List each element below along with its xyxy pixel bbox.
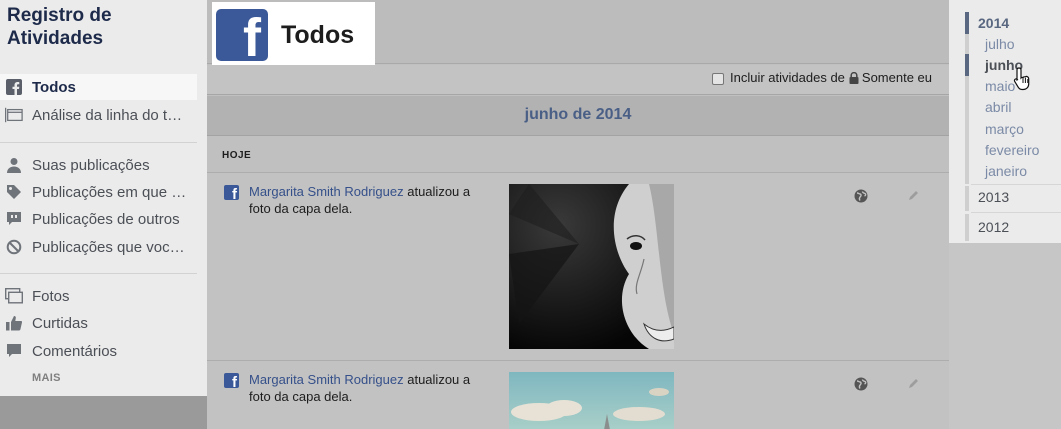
sidebar: Registro de Atividades Todos Análise da … — [0, 0, 207, 429]
activity-item: f Margarita Smith Rodriguez atualizou a … — [207, 172, 949, 360]
activity-item: f Margarita Smith Rodriguez atualizou a … — [207, 360, 949, 429]
logo-letter: f — [243, 9, 261, 61]
sidebar-item-label: Fotos — [32, 287, 70, 305]
edit-pencil-icon[interactable] — [906, 377, 920, 391]
facebook-icon: f — [224, 373, 239, 388]
sidebar-item-label: Publicações em que … — [32, 183, 187, 201]
photos-icon — [5, 287, 23, 305]
hidden-icon — [5, 238, 23, 256]
sidebar-item-comments[interactable]: Comentários — [0, 338, 197, 364]
action-text: atualizou a — [403, 372, 471, 387]
sidebar-item-tagged-posts[interactable]: Publicações em que … — [0, 179, 197, 205]
activity-story: Margarita Smith Rodriguez atualizou a fo… — [249, 183, 494, 217]
sidebar-item-label: Todos — [32, 78, 76, 96]
sidebar-item-likes[interactable]: Curtidas — [0, 310, 197, 336]
section-label: HOJE — [222, 150, 252, 161]
filter-bar: Incluir atividades de Somente eu — [207, 65, 949, 95]
include-only-me-label[interactable]: Incluir atividades de Somente eu — [730, 70, 932, 85]
header-card: f Todos — [212, 2, 375, 68]
sidebar-item-photos[interactable]: Fotos — [0, 283, 197, 309]
comment-quote-icon — [5, 210, 23, 228]
like-icon — [5, 314, 23, 332]
divider — [0, 273, 197, 274]
page-title-line1: Registro de — [7, 5, 112, 26]
sidebar-item-label: Análise da linha do t… — [32, 106, 183, 124]
cover-photo-thumbnail[interactable] — [509, 372, 674, 429]
facebook-logo-icon: f — [216, 9, 268, 61]
sidebar-item-label: Curtidas — [32, 314, 88, 332]
timeline-bar — [965, 34, 969, 54]
page-title-line2: Atividades — [7, 28, 104, 49]
facebook-icon: f — [224, 185, 239, 200]
timeline-nav: 2014 julho junho maio abril março fevere… — [949, 0, 1061, 429]
timeline-bar — [965, 54, 969, 76]
sidebar-item-label: Comentários — [32, 342, 118, 360]
timeline-bar — [965, 214, 969, 241]
divider — [971, 212, 1061, 213]
timeline-review-icon — [5, 106, 23, 124]
privacy-level-text: Somente eu — [861, 70, 933, 85]
sidebar-item-todos[interactable]: Todos — [0, 74, 197, 100]
timeline-year-2012[interactable]: 2012 — [978, 219, 1009, 235]
timeline-month-marco[interactable]: março — [985, 121, 1024, 137]
sidebar-item-timeline-review[interactable]: Análise da linha do t… — [0, 102, 197, 128]
edit-pencil-icon[interactable] — [906, 189, 920, 203]
timeline-year-2013[interactable]: 2013 — [978, 189, 1009, 205]
actor-link[interactable]: Margarita Smith Rodriguez — [249, 184, 404, 199]
timeline-bar — [965, 76, 969, 184]
more-link[interactable]: MAIS — [32, 372, 61, 384]
action-text: atualizou a — [403, 184, 471, 199]
sidebar-item-label: Publicações que voc… — [32, 238, 185, 256]
timeline-bar — [965, 12, 969, 34]
timeline-month-junho[interactable]: junho — [985, 57, 1023, 73]
section-title: Todos — [281, 20, 355, 49]
page-title: Registro de Atividades — [7, 4, 112, 50]
sidebar-item-others-posts[interactable]: Publicações de outros — [0, 206, 197, 232]
timeline-month-fevereiro[interactable]: fevereiro — [985, 142, 1039, 158]
sidebar-item-hidden-posts[interactable]: Publicações que voc… — [0, 234, 197, 260]
timeline-month-julho[interactable]: julho — [985, 36, 1015, 52]
sidebar-panel: Registro de Atividades Todos Análise da … — [0, 0, 207, 396]
timeline-year-2014[interactable]: 2014 — [978, 15, 1009, 31]
facebook-icon — [5, 78, 23, 96]
globe-privacy-icon[interactable] — [854, 377, 868, 391]
timeline-month-abril[interactable]: abril — [985, 99, 1011, 115]
lock-icon — [849, 71, 859, 84]
timeline-month-maio[interactable]: maio — [985, 78, 1015, 94]
comment-icon — [5, 342, 23, 360]
sidebar-item-label: Suas publicações — [32, 156, 150, 174]
cover-photo-thumbnail[interactable] — [509, 184, 674, 349]
action-text: foto da capa dela. — [249, 389, 353, 404]
actor-link[interactable]: Margarita Smith Rodriguez — [249, 372, 404, 387]
include-only-me-checkbox[interactable] — [712, 73, 724, 85]
month-heading: junho de 2014 — [207, 96, 949, 136]
globe-privacy-icon[interactable] — [854, 189, 868, 203]
timeline-panel: 2014 julho junho maio abril março fevere… — [949, 0, 1061, 243]
tag-icon — [5, 183, 23, 201]
divider — [971, 184, 1061, 185]
filter-label-text: Incluir atividades de — [730, 70, 845, 85]
sidebar-item-label: Publicações de outros — [32, 210, 180, 228]
action-text: foto da capa dela. — [249, 201, 353, 216]
divider — [0, 142, 197, 143]
sidebar-item-your-posts[interactable]: Suas publicações — [0, 152, 197, 178]
activity-story: Margarita Smith Rodriguez atualizou a fo… — [249, 371, 494, 405]
person-icon — [5, 156, 23, 174]
main-content: f Todos Incluir atividades de Somente eu… — [207, 0, 949, 429]
timeline-month-janeiro[interactable]: janeiro — [985, 163, 1027, 179]
timeline-bar — [965, 186, 969, 211]
